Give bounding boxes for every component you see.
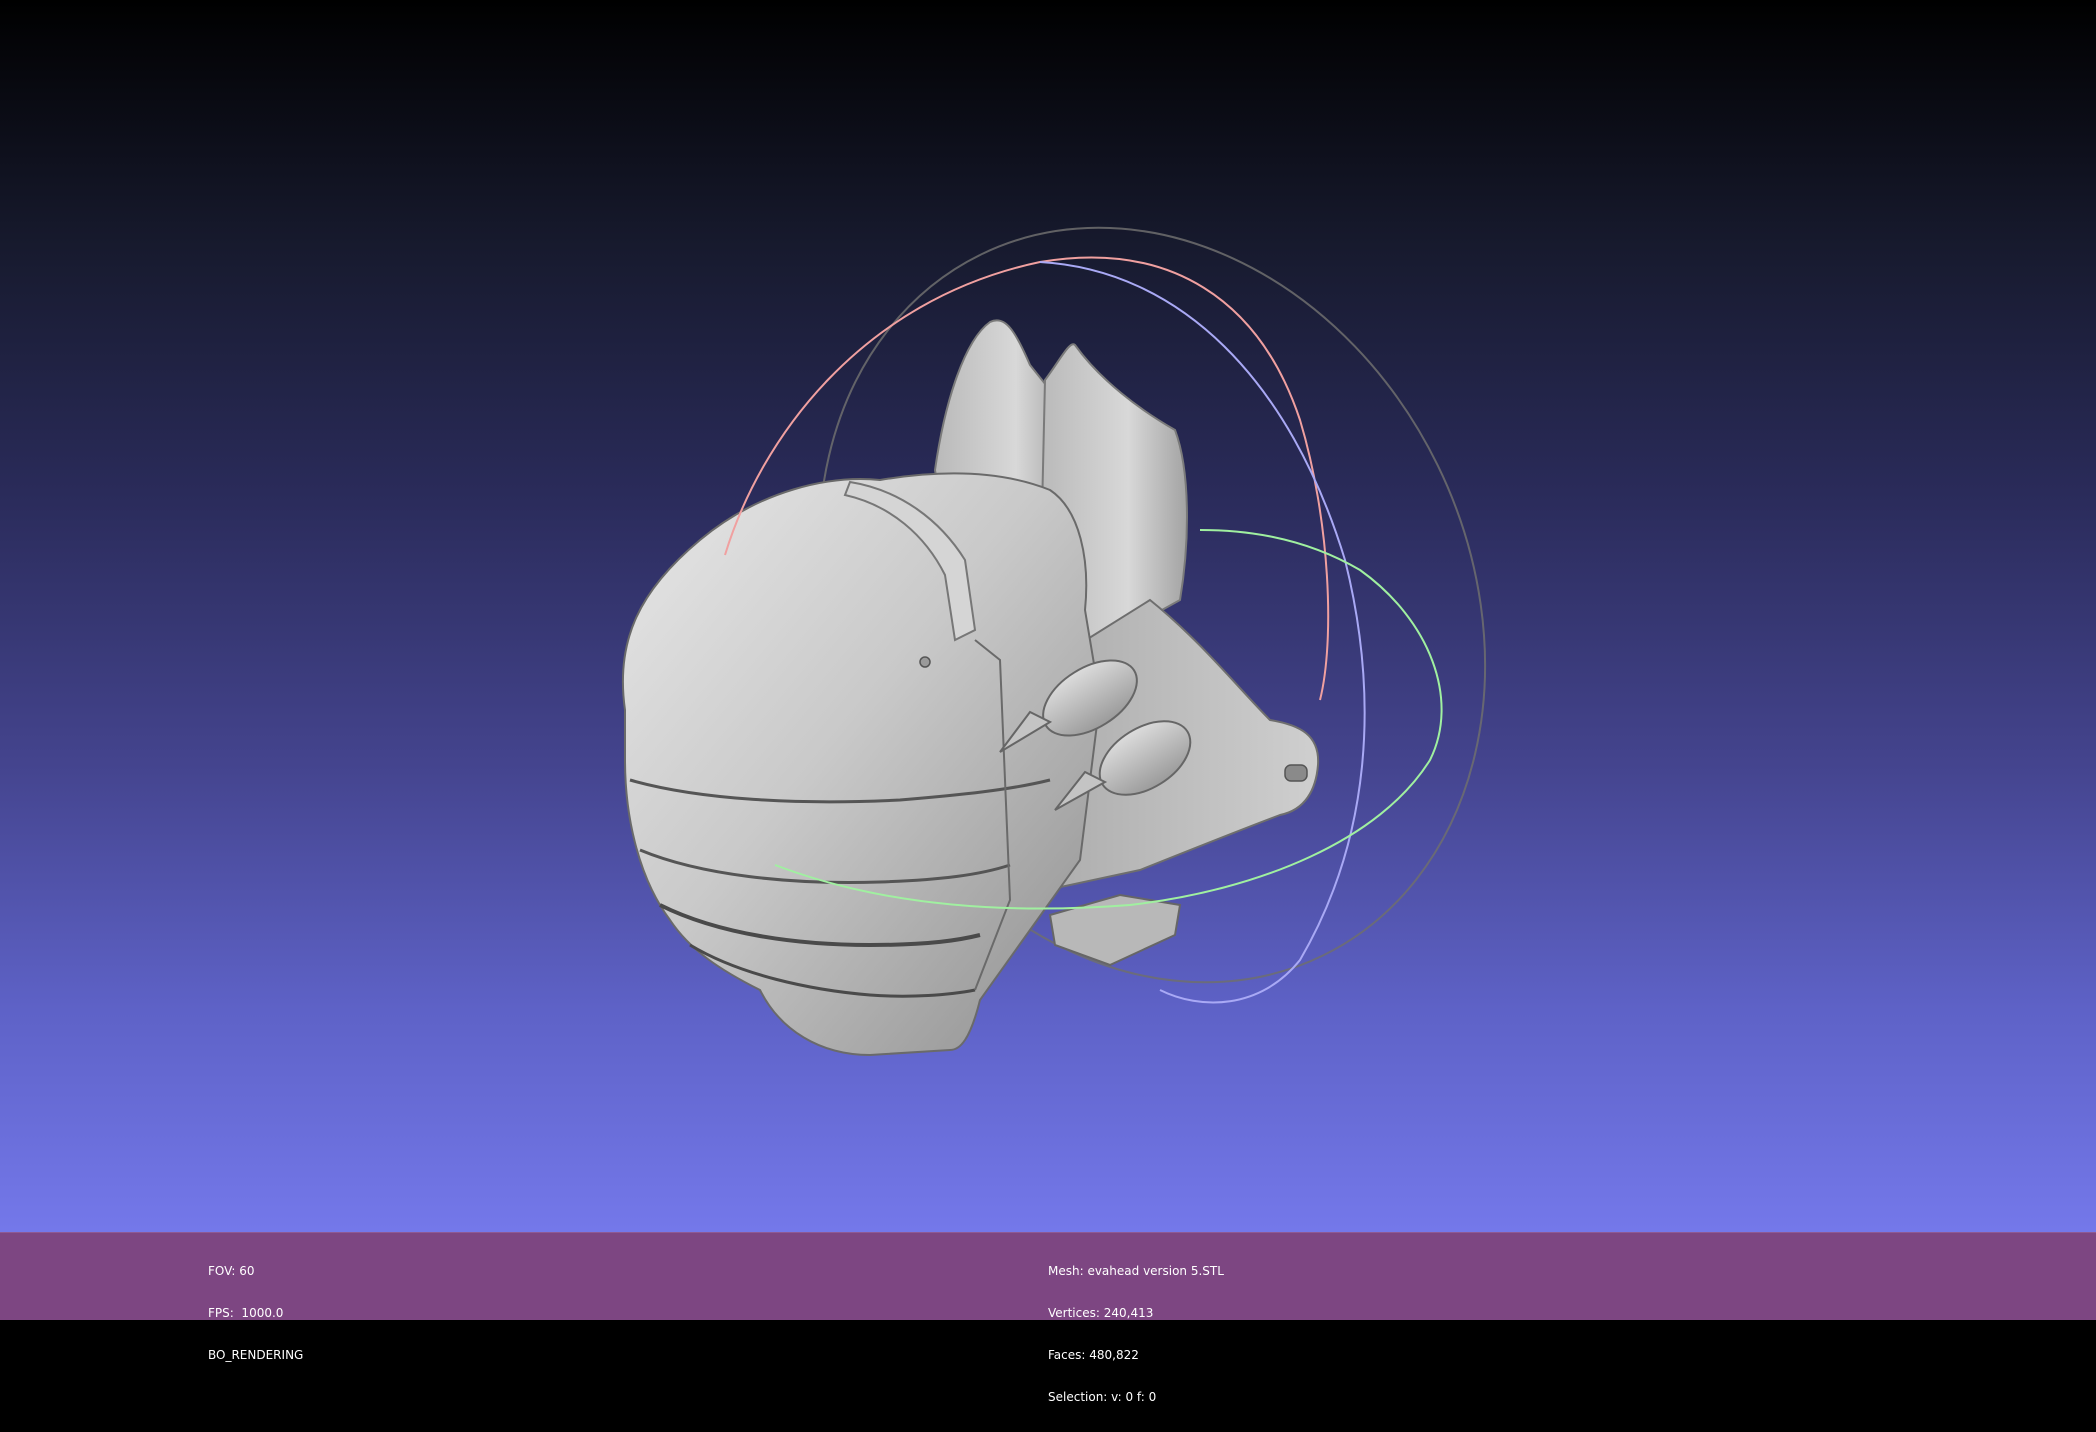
fov-readout: FOV: 60 xyxy=(208,1264,255,1278)
status-bar: FOV: 60 FPS: 1000.0 BO_RENDERING Mesh: e… xyxy=(0,1232,2096,1404)
3d-viewport[interactable] xyxy=(0,0,2096,1232)
render-info: FOV: 60 FPS: 1000.0 BO_RENDERING xyxy=(208,1236,303,1390)
helmet-mesh[interactable] xyxy=(621,319,1320,1057)
selection-info: Selection: v: 0 f: 0 xyxy=(1048,1390,1157,1404)
mesh-info: Mesh: evahead version 5.STL Vertices: 24… xyxy=(1048,1236,1224,1432)
helmet-dome xyxy=(621,472,1102,1057)
fps-readout: FPS: 1000.0 xyxy=(208,1306,284,1320)
render-mode-readout: BO_RENDERING xyxy=(208,1348,304,1362)
mesh-name: Mesh: evahead version 5.STL xyxy=(1048,1264,1224,1278)
helmet-port xyxy=(1284,764,1308,782)
vertex-count: Vertices: 240,413 xyxy=(1048,1306,1154,1320)
face-count: Faces: 480,822 xyxy=(1048,1348,1139,1362)
scene-canvas[interactable] xyxy=(0,0,2096,1232)
helmet-bolt xyxy=(919,656,931,668)
